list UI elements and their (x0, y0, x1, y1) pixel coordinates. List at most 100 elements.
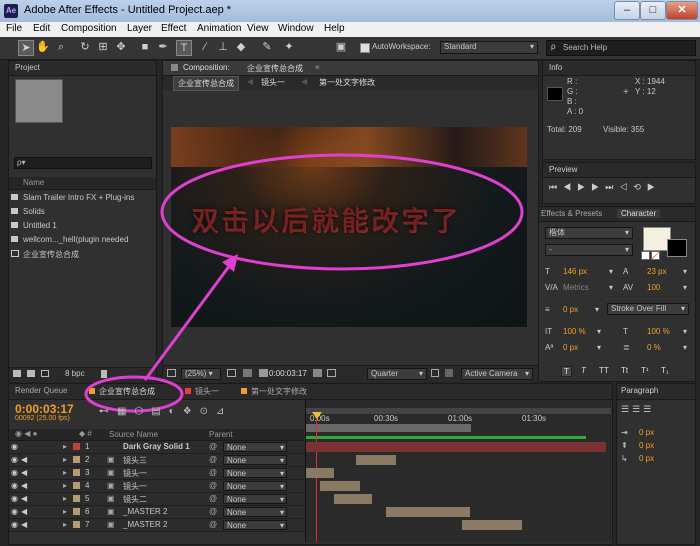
list-item[interactable]: 企业宣传总合成 (9, 248, 156, 262)
label-color-swatch[interactable] (73, 443, 80, 450)
tab-paragraph[interactable]: Paragraph (621, 386, 658, 395)
menu-window[interactable]: Window (278, 23, 314, 34)
parent-dropdown[interactable]: None ▾ (223, 481, 287, 491)
type-tool-icon[interactable]: T (176, 40, 192, 56)
menu-effect[interactable]: Effect (161, 23, 186, 34)
eye-icon[interactable]: ◉ (11, 520, 18, 529)
layer-duration-bar[interactable] (306, 442, 606, 452)
layer-name[interactable]: _MASTER 2 (123, 520, 167, 529)
pickwhip-icon[interactable]: @ (209, 442, 217, 451)
expand-arrow-icon[interactable]: ▸ (63, 494, 67, 503)
timeline-track-area[interactable]: 0:00s 00:30s 01:00s 01:30s (305, 400, 611, 542)
draft-3d-icon[interactable]: ▦ (117, 406, 134, 417)
layer-name[interactable]: Dark Gray Solid 1 (123, 442, 190, 451)
camera-icon[interactable] (313, 369, 322, 377)
lock-icon[interactable] (171, 64, 178, 71)
eye-icon[interactable]: ◉ (11, 468, 18, 477)
selection-tool-icon[interactable]: ➤ (18, 40, 34, 56)
list-item[interactable]: Slam Trailer Intro FX + Plug-ins (9, 192, 156, 206)
layer-duration-bar[interactable] (356, 455, 396, 465)
menu-composition[interactable]: Composition (61, 23, 117, 34)
tab-character[interactable]: Character (617, 209, 661, 218)
roto-brush-icon[interactable]: ✎ (260, 40, 274, 54)
chevron-down-icon[interactable]: ▾ (683, 343, 687, 352)
hand-tool-icon[interactable]: ✋ (36, 40, 50, 54)
breadcrumb-item[interactable]: 第一处文字修改 (319, 77, 375, 88)
chevron-down-icon[interactable]: ▾ (683, 327, 687, 336)
font-family-dropdown[interactable]: 楷体 ▾ (545, 227, 633, 239)
column-name[interactable]: Name (23, 178, 44, 187)
layer-duration-bar[interactable] (320, 481, 360, 491)
label-color-swatch[interactable] (73, 482, 80, 489)
close-button[interactable]: ✕ (666, 1, 698, 20)
align-left-icon[interactable]: ☰ (621, 404, 632, 414)
menu-layer[interactable]: Layer (127, 23, 152, 34)
rotate-tool-icon[interactable]: ↻ (78, 40, 92, 54)
label-color-swatch[interactable] (73, 456, 80, 463)
stroke-width-value[interactable]: 0 px (563, 305, 578, 314)
expand-arrow-icon[interactable]: ▸ (63, 481, 67, 490)
safe-zones-icon[interactable] (227, 369, 236, 377)
parent-dropdown[interactable]: None ▾ (223, 468, 287, 478)
puppet-tool-icon[interactable]: ✦ (282, 40, 296, 54)
table-row[interactable]: ◉ ◀ ▸ 2 ▣ 镜头三 @ None ▾ (9, 454, 314, 467)
audio-icon[interactable]: ◁ (619, 182, 633, 192)
snapshot-icon[interactable] (259, 369, 268, 377)
layer-name[interactable]: 镜头二 (123, 494, 147, 505)
menu-help[interactable]: Help (324, 23, 345, 34)
last-frame-icon[interactable]: ⏭ (605, 182, 619, 192)
pickwhip-icon[interactable]: @ (209, 520, 217, 529)
eye-icon[interactable]: ◉ (11, 507, 18, 516)
label-color-swatch[interactable] (73, 508, 80, 515)
pan-tool-icon[interactable]: ✥ (114, 40, 128, 54)
layer-duration-bar[interactable] (306, 468, 334, 478)
minimize-button[interactable]: – (614, 1, 640, 20)
faux-bold-button[interactable]: T (561, 366, 572, 377)
table-row[interactable]: ◉ ◀ ▸ 7 ▣ _MASTER 2 @ None ▾ (9, 519, 314, 532)
layer-duration-bar[interactable] (462, 520, 522, 530)
autoworkspace-checkbox[interactable] (360, 43, 370, 53)
tab-composition[interactable]: 企业宣传总合成 (247, 63, 303, 74)
parent-dropdown[interactable]: None ▾ (223, 507, 287, 517)
tab-preview[interactable]: Preview (549, 165, 577, 174)
indent-left-value[interactable]: 0 px (639, 428, 654, 437)
camera-tool-icon[interactable]: ⊞ (96, 40, 110, 54)
prev-frame-icon[interactable]: ◀ (563, 182, 577, 192)
tab-render-queue[interactable]: Render Queue (15, 386, 67, 395)
tab-effects-presets[interactable]: Effects & Presets (541, 209, 602, 218)
horizontal-scale-value[interactable]: 100 % (647, 327, 670, 336)
audio-icon[interactable]: ◀ (21, 507, 27, 516)
motion-blur-icon[interactable]: ◐ (169, 406, 183, 417)
layer-name[interactable]: 镜头一 (123, 481, 147, 492)
label-color-swatch[interactable] (73, 469, 80, 476)
maximize-button[interactable]: □ (640, 1, 666, 20)
table-row[interactable]: ◉ ◀ ▸ 6 ▣ _MASTER 2 @ None ▾ (9, 506, 314, 519)
parent-dropdown[interactable]: None ▾ (223, 494, 287, 504)
chevron-down-icon[interactable]: ▾ (609, 283, 613, 292)
eraser-tool-icon[interactable]: ◆ (234, 40, 248, 54)
pickwhip-icon[interactable]: @ (209, 481, 217, 490)
menu-animation[interactable]: Animation (197, 23, 241, 34)
space-before-value[interactable]: 0 px (639, 441, 654, 450)
search-help-input[interactable]: ρ Search Help (546, 40, 696, 56)
pickwhip-icon[interactable]: @ (209, 494, 217, 503)
menu-edit[interactable]: Edit (33, 23, 50, 34)
tsume-value[interactable]: 0 % (647, 343, 661, 352)
font-size-value[interactable]: 146 px (563, 267, 587, 276)
layer-name[interactable]: _MASTER 2 (123, 507, 167, 516)
label-color-swatch[interactable] (73, 495, 80, 502)
kerning-value[interactable]: Metrics (563, 283, 589, 292)
work-area-bar[interactable] (306, 424, 471, 432)
chevron-down-icon[interactable]: ▾ (683, 283, 687, 292)
camera-view-dropdown[interactable]: Active Camera ▾ (461, 368, 533, 380)
vertical-scale-value[interactable]: 100 % (563, 327, 586, 336)
superscript-button[interactable]: T¹ (641, 366, 649, 375)
subscript-button[interactable]: T₁ (661, 366, 669, 375)
transparency-grid-icon[interactable] (445, 369, 453, 377)
baseline-shift-value[interactable]: 0 px (563, 343, 578, 352)
eye-icon[interactable]: ◉ (11, 481, 18, 490)
label-color-swatch[interactable] (73, 521, 80, 528)
expand-arrow-icon[interactable]: ▸ (63, 442, 67, 451)
table-row[interactable]: ◉ ▸ 1 Dark Gray Solid 1 @ None ▾ (9, 441, 314, 454)
timeline-timecode[interactable]: 0:00:03:17 (15, 402, 74, 416)
